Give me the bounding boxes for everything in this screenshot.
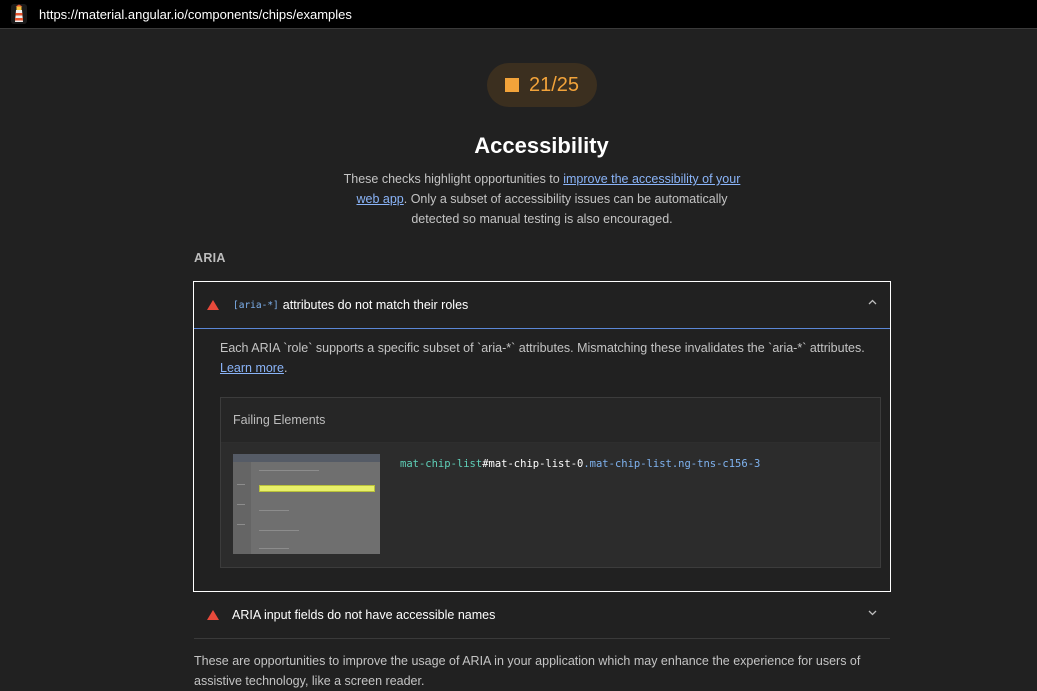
audit-description: Each ARIA `role` supports a specific sub… <box>220 341 865 375</box>
table-row: mat-chip-list#mat-chip-list-0.mat-chip-l… <box>221 443 880 567</box>
failing-elements-table: Failing Elements mat-chip-list#mat-chip-… <box>220 397 881 568</box>
average-score-icon <box>504 78 519 92</box>
chevron-down-icon[interactable] <box>868 610 877 618</box>
node-selector: mat-chip-list#mat-chip-list-0.mat-chip-l… <box>400 458 761 470</box>
audit-header[interactable]: [aria-*] attributes do not match their r… <box>194 282 890 329</box>
failing-elements-header: Failing Elements <box>221 398 880 443</box>
chevron-up-icon[interactable] <box>868 299 877 307</box>
score-gauge: 21/25 <box>487 63 597 107</box>
category-title: Accessibility <box>474 133 609 158</box>
audit-aria-input-field-name[interactable]: ARIA input fields do not have accessible… <box>194 591 890 639</box>
fail-triangle-icon <box>207 609 219 620</box>
page-url[interactable]: https://material.angular.io/components/c… <box>39 7 352 22</box>
category-description: These checks highlight opportunities to … <box>343 172 741 226</box>
audit-title: attributes do not match their roles <box>282 298 469 312</box>
audit-code: [aria-*] <box>233 299 279 311</box>
audit-title: ARIA input fields do not have accessible… <box>232 607 496 622</box>
group-title: ARIA <box>194 251 226 265</box>
lighthouse-icon <box>11 4 27 24</box>
learn-more-link[interactable]: Learn more <box>220 361 284 375</box>
fail-triangle-icon <box>207 300 219 310</box>
score-value: 21/25 <box>528 73 580 96</box>
element-screenshot[interactable] <box>233 454 380 554</box>
audit-aria-allowed-attr: [aria-*] attributes do not match their r… <box>193 281 891 592</box>
group-description: These are opportunities to improve the u… <box>194 654 861 688</box>
address-bar: https://material.angular.io/components/c… <box>0 0 1037 29</box>
